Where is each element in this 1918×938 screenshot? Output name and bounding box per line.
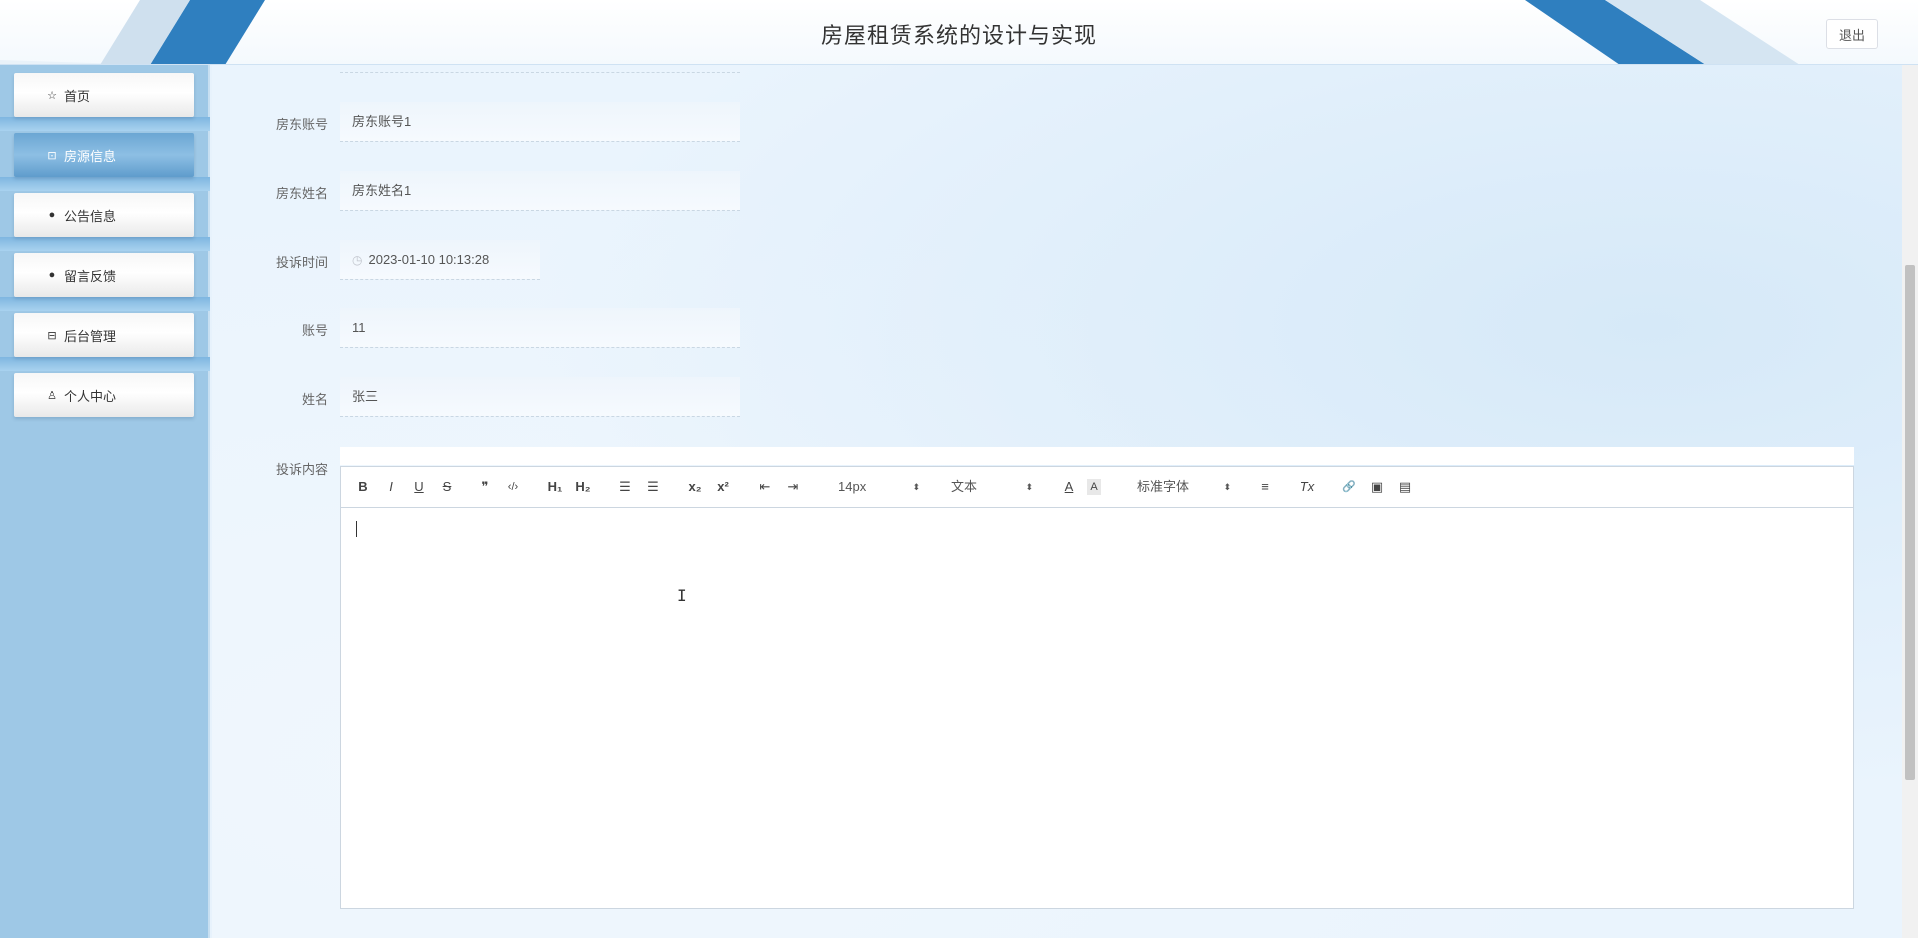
select-value: 文本 [951,479,978,494]
editor-toolbar: B I U S ❞ ‹/› H₁ H₂ ☰ ☰ x₂ x² ⇤ ⇥ 14px ⬍… [341,467,1853,508]
bold-button[interactable]: B [353,477,373,497]
user-icon: ♙ [47,389,57,402]
editor-content-area[interactable] [341,509,1853,908]
outdent-icon[interactable]: ⇤ [755,477,775,497]
rich-text-editor: B I U S ❞ ‹/› H₁ H₂ ☰ ☰ x₂ x² ⇤ ⇥ 14px ⬍… [340,466,1854,909]
field-label: 投诉时间 [275,255,328,270]
bag-icon: ⊡ [47,149,57,162]
sort-caret-icon: ⬍ [1223,482,1231,492]
video-icon[interactable]: ▤ [1395,477,1415,497]
font-family-select[interactable]: 标准字体 ⬍ [1137,477,1231,497]
page-scrollbar[interactable] [1902,65,1918,938]
text-color-icon[interactable]: A [1059,477,1079,497]
logout-button[interactable]: 退出 [1826,19,1878,49]
image-icon[interactable]: ▣ [1367,477,1387,497]
complaint-time-field[interactable]: ◷ 2023-01-10 10:13:28 [340,240,540,280]
star-icon: ☆ [47,89,57,102]
form-row-landlord-account: 房东账号 房东账号1 [212,102,752,142]
field-label: 投诉内容 [275,462,328,477]
editor-top-strip [340,447,1854,465]
landlord-account-field[interactable]: 房东账号1 [340,102,740,142]
text-cursor-icon: I [677,586,687,605]
sidebar-item-label: 首页 [64,88,91,104]
italic-button[interactable]: I [381,477,401,497]
clock-icon: ◷ [352,253,363,267]
sidebar-item-label: 公告信息 [64,208,117,224]
sidebar-divider [0,117,210,131]
underline-button[interactable]: U [409,477,429,497]
form-row-landlord-name: 房东姓名 房东姓名1 [212,171,752,211]
h2-button[interactable]: H₂ [573,477,593,497]
sidebar-item-announcements[interactable]: ● 公告信息 [14,193,194,237]
form-row-complaint-time: 投诉时间 ◷ 2023-01-10 10:13:28 [212,240,752,280]
select-value: 标准字体 [1137,479,1190,494]
link-icon[interactable]: 🔗 [1339,477,1359,497]
sidebar-item-home[interactable]: ☆ 首页 [14,73,194,117]
sort-caret-icon: ⬍ [1025,482,1033,492]
text-caret [356,521,357,537]
superscript-button[interactable]: x² [713,477,733,497]
sidebar-item-feedback[interactable]: ● 留言反馈 [14,253,194,297]
font-size-select[interactable]: 14px ⬍ [838,477,920,497]
h1-button[interactable]: H₁ [545,477,565,497]
code-icon[interactable]: ‹/› [503,477,523,497]
main-content: 房东账号 房东账号1 房东姓名 房东姓名1 投诉时间 ◷ 2023-01-10 1… [212,65,1902,938]
field-label: 姓名 [301,392,328,407]
quote-icon[interactable]: ❞ [475,477,495,497]
sidebar-item-label: 房源信息 [64,148,117,164]
strike-button[interactable]: S [437,477,457,497]
top-header: 房屋租赁系统的设计与实现 退出 [0,0,1918,65]
briefcase-icon: ⊟ [47,329,57,342]
subscript-button[interactable]: x₂ [685,477,705,497]
sidebar-item-admin[interactable]: ⊟ 后台管理 [14,313,194,357]
align-icon[interactable]: ≡ [1255,477,1275,497]
sidebar-divider [0,177,210,191]
field-label: 房东姓名 [275,186,328,201]
divider [340,72,740,73]
form-row-name: 姓名 张三 [212,377,752,417]
page-title: 房屋租赁系统的设计与实现 [820,23,1097,48]
field-label: 账号 [301,323,328,338]
sidebar-item-label: 后台管理 [64,328,117,344]
header-select[interactable]: 文本 ⬍ [951,477,1033,497]
background-color-icon[interactable]: A [1087,479,1101,495]
date-value: 2023-01-10 10:13:28 [368,252,490,267]
alert-icon: ● [48,209,56,221]
form-row-account: 账号 11 [212,308,752,348]
scrollbar-thumb[interactable] [1905,265,1915,780]
sidebar-divider [0,357,210,371]
indent-icon[interactable]: ⇥ [783,477,803,497]
question-icon: ● [48,269,56,281]
clean-format-icon[interactable]: Tx [1297,477,1317,497]
sidebar-item-profile[interactable]: ♙ 个人中心 [14,373,194,417]
sidebar-divider [0,237,210,251]
sidebar-item-label: 留言反馈 [64,268,117,284]
ordered-list-icon[interactable]: ☰ [615,477,635,497]
name-field[interactable]: 张三 [340,377,740,417]
field-label: 房东账号 [275,117,328,132]
sidebar-item-listings[interactable]: ⊡ 房源信息 [14,133,194,177]
sidebar-item-label: 个人中心 [64,388,117,404]
sidebar-divider [0,297,210,311]
landlord-name-field[interactable]: 房东姓名1 [340,171,740,211]
sidebar: ☆ 首页 ⊡ 房源信息 ● 公告信息 ● 留言反馈 ⊟ 后台管理 ♙ 个人中心 [0,65,210,938]
sort-caret-icon: ⬍ [912,482,920,492]
select-value: 14px [838,479,867,494]
account-field[interactable]: 11 [340,308,740,348]
bullet-list-icon[interactable]: ☰ [643,477,663,497]
